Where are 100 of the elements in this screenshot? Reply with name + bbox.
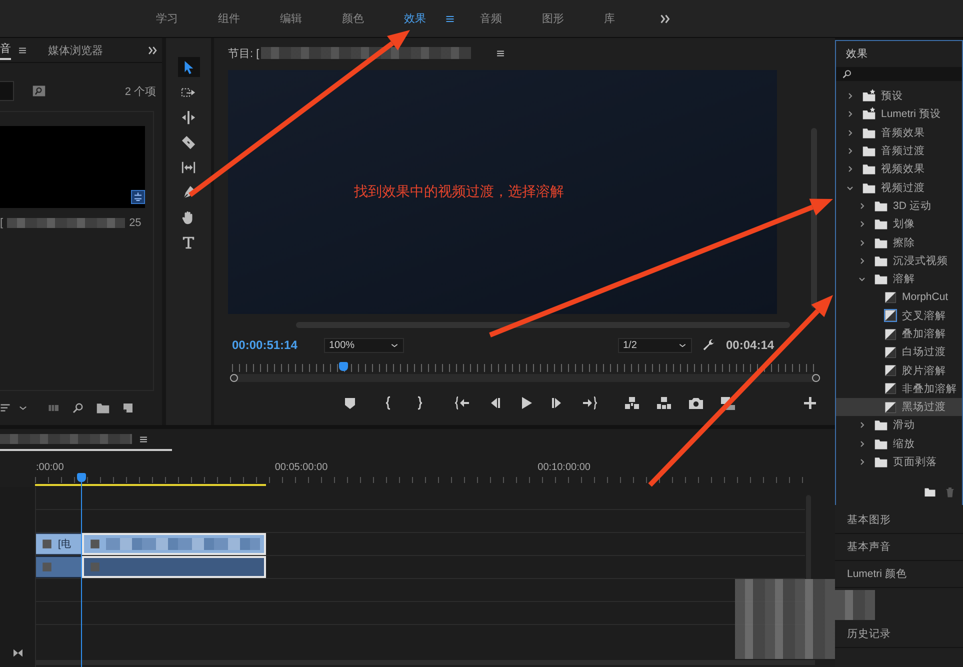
- chevron-icon[interactable]: [858, 202, 866, 210]
- marker-icon[interactable]: [342, 395, 358, 411]
- panel-tab[interactable]: Lumetri 颜色: [847, 567, 907, 581]
- chevrons-icon[interactable]: [147, 44, 158, 56]
- workspace-tab[interactable]: 编辑: [274, 7, 308, 30]
- chevron-icon[interactable]: [846, 110, 854, 118]
- workspace-tab[interactable]: 颜色: [336, 7, 370, 30]
- extract-icon[interactable]: [656, 395, 672, 411]
- chevron-icon[interactable]: [846, 165, 854, 174]
- chevron-icon[interactable]: [858, 238, 866, 247]
- chevron-icon[interactable]: [846, 128, 854, 137]
- wrench-icon[interactable]: [702, 338, 716, 352]
- chevron-icon[interactable]: [858, 440, 866, 448]
- workspace-tab[interactable]: 图形: [536, 7, 570, 30]
- workspace-tab[interactable]: 组件: [212, 7, 246, 30]
- folder-icon: [874, 455, 888, 470]
- workspace-tab[interactable]: 学习: [150, 7, 184, 30]
- chevron-icon[interactable]: [846, 147, 854, 156]
- folder-icon: [862, 126, 876, 140]
- effects-tree-item[interactable]: 音频过渡: [836, 142, 962, 160]
- go-to-out-icon[interactable]: [582, 395, 598, 411]
- panel-tab[interactable]: 基本图形: [847, 513, 891, 527]
- effects-tree-item[interactable]: 3D 运动: [836, 196, 962, 216]
- workspace-tab[interactable]: 库: [598, 7, 621, 30]
- fx-badge-icon: [90, 539, 100, 549]
- effects-tree-item[interactable]: 擦除: [836, 233, 962, 252]
- effects-tree-item[interactable]: Lumetri 预设: [836, 105, 962, 124]
- audio-clip[interactable]: [35, 556, 82, 578]
- effects-tree-item[interactable]: 缩放: [836, 434, 962, 453]
- item-count: 2 个项: [124, 84, 156, 98]
- effects-tree-item[interactable]: 溶解: [836, 270, 962, 288]
- effects-tree-item[interactable]: 页面剥落: [836, 452, 962, 472]
- chevron-icon[interactable]: [846, 184, 854, 192]
- folder-icon: [862, 180, 876, 195]
- tool-button[interactable]: [178, 57, 200, 77]
- search-icon[interactable]: [72, 402, 84, 414]
- annotation-text: 找到效果中的视频过渡，选择溶解: [354, 183, 564, 201]
- effects-tree-item[interactable]: 非叠加溶解: [836, 380, 962, 398]
- effects-tree-item[interactable]: 白场过渡: [836, 343, 962, 362]
- panel-tab[interactable]: 媒体浏览器: [48, 42, 103, 58]
- camera-icon[interactable]: [688, 395, 704, 411]
- list-view-icon[interactable]: [0, 402, 12, 414]
- effects-tree-item[interactable]: 滑动: [836, 416, 962, 435]
- panel-title: 节目: [: [228, 46, 260, 60]
- type-icon: [181, 234, 196, 250]
- folder-icon[interactable]: [924, 486, 936, 498]
- compare-icon[interactable]: [720, 395, 736, 411]
- panel-tab[interactable]: 基本声音: [847, 540, 891, 554]
- panel-title: 效果: [845, 47, 869, 62]
- chevron-icon[interactable]: [858, 256, 866, 265]
- search-field[interactable]: [836, 67, 962, 81]
- split-arrows-icon: [181, 110, 196, 124]
- effects-tree-item[interactable]: 黑场过渡: [836, 398, 962, 416]
- effects-tree-item[interactable]: MorphCut: [836, 288, 962, 307]
- video-clip[interactable]: [82, 533, 266, 555]
- search-bin-icon[interactable]: [32, 84, 46, 98]
- go-to-in-icon[interactable]: [454, 395, 470, 411]
- zoom-dropdown[interactable]: 100%: [324, 338, 404, 352]
- folder-icon: [874, 217, 888, 232]
- effects-tree-item[interactable]: 划像: [836, 215, 962, 234]
- video-clip[interactable]: [电: [35, 533, 82, 555]
- bowtie-icon[interactable]: [12, 647, 24, 659]
- resolution-dropdown[interactable]: 1/2: [618, 338, 692, 352]
- folder-icon: [862, 162, 876, 176]
- effects-tree-item[interactable]: 胶片溶解: [836, 361, 962, 380]
- effects-tree-item[interactable]: 叠加溶解: [836, 324, 962, 344]
- effects-tree-item[interactable]: 视频效果: [836, 160, 962, 178]
- columns-icon[interactable]: [48, 402, 60, 414]
- folder-icon: [874, 254, 888, 268]
- effects-tree-item[interactable]: 沉浸式视频: [836, 252, 962, 270]
- chevron-icon[interactable]: [858, 275, 866, 284]
- effects-tree-item[interactable]: 视频过渡: [836, 178, 962, 197]
- chevron-icon[interactable]: [858, 220, 866, 228]
- chevron-icon[interactable]: [846, 92, 854, 100]
- razor-blade-icon: [181, 134, 196, 150]
- playhead[interactable]: [77, 473, 86, 482]
- clip-thumbnail[interactable]: [0, 126, 145, 208]
- chevron-icon[interactable]: [858, 421, 866, 430]
- clip-label: [电: [58, 538, 71, 551]
- plus-icon[interactable]: [802, 395, 818, 411]
- folder-icon: [874, 436, 888, 451]
- chevrons-icon[interactable]: [659, 12, 671, 24]
- panel-tab[interactable]: 历史记录: [847, 627, 891, 641]
- playback-scrubber[interactable]: [232, 362, 818, 384]
- search-field[interactable]: [0, 81, 14, 101]
- folder-icon: [862, 144, 876, 158]
- lift-icon[interactable]: [624, 395, 640, 411]
- effects-tree-item[interactable]: 预设: [836, 87, 962, 106]
- effects-tree-item[interactable]: 交叉溶解: [836, 306, 962, 325]
- playhead[interactable]: [339, 362, 348, 371]
- folder-icon: [874, 272, 888, 286]
- ruler-label: 00:10:00:00: [538, 462, 590, 473]
- workspace-tab[interactable]: 音频: [474, 7, 508, 30]
- chevron-icon[interactable]: [858, 458, 866, 466]
- fx-badge-icon: [42, 539, 52, 549]
- new-item-icon[interactable]: [122, 402, 134, 414]
- effects-tree-item[interactable]: 音频效果: [836, 124, 962, 142]
- folder-icon[interactable]: [96, 401, 110, 415]
- workspace-tab[interactable]: 效果: [398, 7, 432, 30]
- panel-tab[interactable]: 音: [0, 40, 11, 60]
